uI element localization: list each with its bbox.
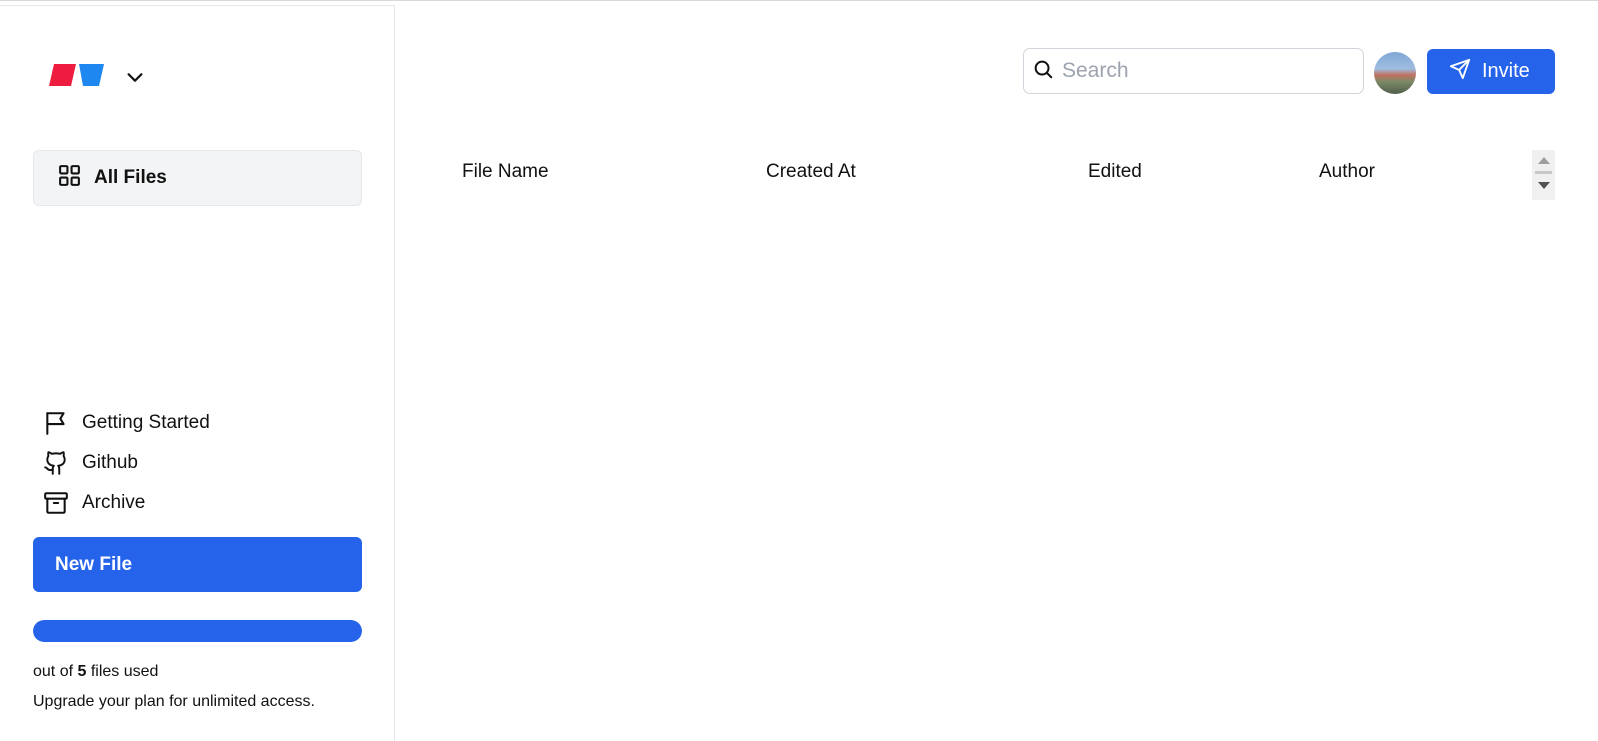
chevron-down-icon[interactable] [122, 64, 148, 90]
sidebar-item-archive[interactable]: Archive [43, 483, 210, 523]
sidebar-item-label: Getting Started [82, 412, 210, 433]
search-input[interactable] [1062, 56, 1342, 86]
column-header-file-name[interactable]: File Name [462, 161, 549, 183]
logo-icon [49, 64, 104, 86]
sidebar-item-label: Github [82, 452, 138, 473]
sidebar-links: Getting Started Github Archive [43, 403, 210, 523]
sidebar-item-all-files[interactable]: All Files [33, 150, 362, 206]
scroll-thumb[interactable] [1535, 171, 1552, 174]
scroll-down-arrow-icon[interactable] [1538, 182, 1550, 189]
sidebar-item-getting-started[interactable]: Getting Started [43, 403, 210, 443]
usage-text: out of 5 files used [33, 663, 158, 681]
flag-icon [43, 410, 69, 436]
search-icon [1032, 58, 1054, 85]
sidebar-item-label: All Files [94, 167, 167, 188]
avatar[interactable] [1374, 52, 1416, 94]
app-logo [49, 64, 105, 86]
sidebar: All Files Getting Started Github Archive… [0, 5, 395, 741]
new-file-button[interactable]: New File [33, 537, 362, 592]
usage-suffix: files used [90, 663, 159, 680]
sidebar-item-label: Archive [82, 492, 146, 513]
github-icon [43, 450, 69, 476]
grid-icon [57, 163, 82, 193]
archive-icon [43, 490, 69, 516]
column-header-author[interactable]: Author [1319, 161, 1375, 183]
column-header-created-at[interactable]: Created At [766, 161, 856, 183]
usage-prefix: out of [33, 663, 74, 680]
search-box[interactable] [1023, 48, 1364, 94]
usage-progress-bar [33, 620, 362, 642]
invite-label: Invite [1482, 60, 1530, 82]
usage-total: 5 [77, 663, 87, 680]
column-header-edited[interactable]: Edited [1088, 161, 1142, 183]
sidebar-item-github[interactable]: Github [43, 443, 210, 483]
table-scrollbar[interactable] [1532, 150, 1555, 200]
table-header: File Name Created At Edited Author [462, 161, 1542, 191]
app-window: All Files Getting Started Github Archive… [0, 0, 1598, 741]
workspace-switcher[interactable] [49, 64, 143, 86]
upgrade-text: Upgrade your plan for unlimited access. [33, 693, 315, 710]
invite-button[interactable]: Invite [1427, 49, 1555, 94]
scroll-up-arrow-icon[interactable] [1538, 157, 1550, 164]
usage-progress-fill [33, 620, 362, 642]
send-icon [1449, 58, 1471, 86]
